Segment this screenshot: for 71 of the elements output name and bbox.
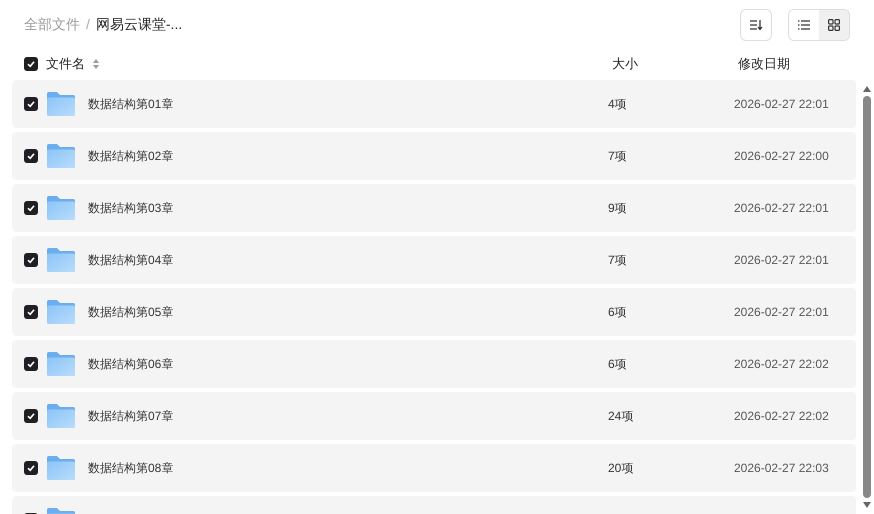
checkmark-icon <box>26 463 36 473</box>
folder-icon <box>46 299 76 325</box>
modified-date: 2026-02-27 22:01 <box>734 200 829 217</box>
file-size: 4项 <box>608 96 628 113</box>
checkmark-icon <box>26 307 36 317</box>
checkmark-icon <box>26 411 36 421</box>
file-name: 数据结构第04章 <box>88 252 174 269</box>
checkmark-icon <box>26 59 36 69</box>
modified-date: 2026-02-27 22:01 <box>734 252 829 269</box>
checkmark-icon <box>26 359 36 369</box>
file-name: 数据结构第01章 <box>88 96 174 113</box>
breadcrumb-separator: / <box>86 14 90 34</box>
list-icon <box>798 20 810 30</box>
checkmark-icon <box>26 255 36 265</box>
file-size: 6项 <box>608 356 628 373</box>
breadcrumb-item[interactable]: 网易云课堂-... <box>96 14 182 34</box>
column-header[interactable]: 文件名 <box>46 54 85 74</box>
checkmark-icon <box>26 203 36 213</box>
file-name: 数据结构第08章 <box>88 460 174 477</box>
file-size: 20项 <box>608 460 634 477</box>
modified-date: 2026-02-27 22:02 <box>734 356 829 373</box>
scroll-up-icon[interactable] <box>863 86 871 92</box>
file-size: 24项 <box>608 408 634 425</box>
modified-date: 2026-02-27 22:01 <box>734 304 829 321</box>
checkbox[interactable] <box>24 253 38 267</box>
modified-date: 2026-02-27 22:01 <box>734 96 829 113</box>
folder-icon <box>46 143 76 169</box>
folder-icon <box>46 247 76 273</box>
checkbox[interactable] <box>24 149 38 163</box>
checkbox[interactable] <box>24 357 38 371</box>
modified-date: 2026-02-27 22:02 <box>734 408 829 425</box>
column-header[interactable]: 大小 <box>612 54 738 74</box>
file-row[interactable]: 数据结构第08章 20项 2026-02-27 22:03 <box>12 444 856 492</box>
folder-icon <box>46 455 76 481</box>
checkmark-icon <box>26 151 36 161</box>
grid-view-button[interactable] <box>819 10 849 40</box>
file-name: 数据结构第06章 <box>88 356 174 373</box>
checkbox[interactable] <box>24 97 38 111</box>
file-size: 7项 <box>608 148 628 165</box>
folder-icon <box>46 403 76 429</box>
modified-date: 2026-02-27 22:00 <box>734 148 829 165</box>
file-row[interactable]: 数据结构第02章 7项 2026-02-27 22:00 <box>12 132 856 180</box>
checkbox[interactable] <box>24 201 38 215</box>
grid-icon <box>828 19 840 31</box>
file-size: 6项 <box>608 304 628 321</box>
scroll-down-icon[interactable] <box>863 502 871 508</box>
folder-icon <box>46 351 76 377</box>
file-name: 数据结构第03章 <box>88 200 174 217</box>
folder-icon <box>46 195 76 221</box>
file-row[interactable]: 数据结构第07章 24项 2026-02-27 22:02 <box>12 392 856 440</box>
sort-button[interactable] <box>740 9 772 41</box>
column-header[interactable]: 修改日期 <box>738 54 790 74</box>
sort-icon <box>749 19 763 31</box>
file-name: 数据结构第05章 <box>88 304 174 321</box>
checkbox[interactable] <box>24 57 38 71</box>
folder-icon <box>46 91 76 117</box>
file-size: 7项 <box>608 252 628 269</box>
file-row[interactable]: 数据结构第03章 9项 2026-02-27 22:01 <box>12 184 856 232</box>
checkmark-icon <box>26 99 36 109</box>
file-row[interactable]: 数据结构第05章 6项 2026-02-27 22:01 <box>12 288 856 336</box>
checkbox[interactable] <box>24 305 38 319</box>
file-size: 9项 <box>608 200 628 217</box>
file-name: 数据结构第07章 <box>88 408 174 425</box>
modified-date: 2026-02-27 22:03 <box>734 460 829 477</box>
sort-arrows-icon <box>93 59 99 69</box>
checkbox[interactable] <box>24 409 38 423</box>
checkbox[interactable] <box>24 461 38 475</box>
file-row[interactable]: 数据结构第01章 4项 2026-02-27 22:01 <box>12 80 856 128</box>
file-name: 数据结构第02章 <box>88 148 174 165</box>
file-row[interactable]: 数据结构第04章 7项 2026-02-27 22:01 <box>12 236 856 284</box>
file-row[interactable]: 数据结构第06章 6项 2026-02-27 22:02 <box>12 340 856 388</box>
